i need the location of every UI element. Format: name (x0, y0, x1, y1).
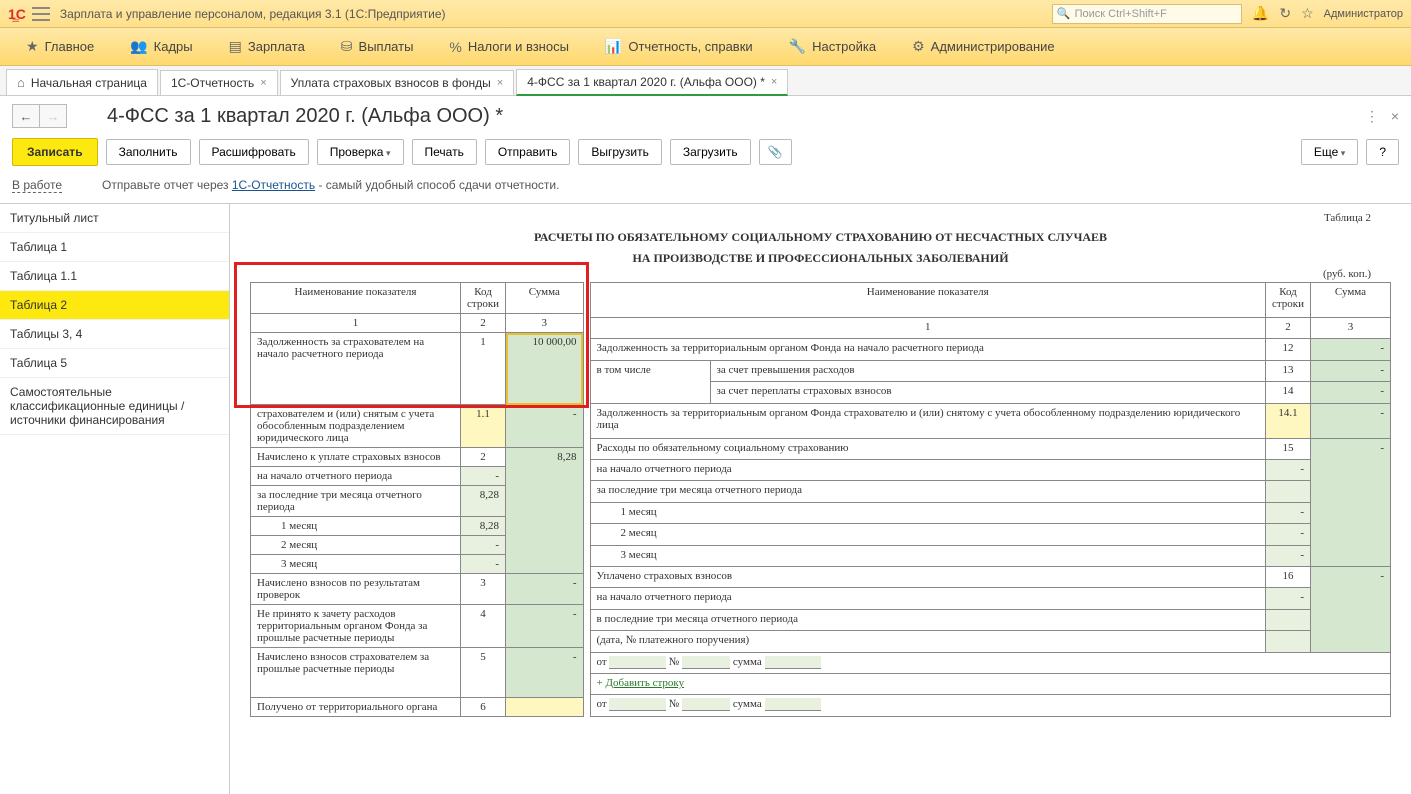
num-field[interactable] (682, 698, 730, 711)
payment-row: от № сумма (590, 652, 1391, 673)
row2-name: Начислено к уплате страховых взносов (251, 448, 461, 467)
menu-kadry[interactable]: 👥Кадры (112, 28, 210, 65)
row1-1-name: страхователем и (или) снятым с учета обо… (251, 405, 461, 448)
paperclip-icon: 📎 (768, 145, 783, 159)
th-code: Код строки (461, 283, 506, 314)
sidebar-item-title-page[interactable]: Титульный лист (0, 204, 229, 233)
chart-icon: 📊 (605, 38, 622, 55)
import-button[interactable]: Загрузить (670, 139, 751, 165)
more-button[interactable]: Еще (1301, 139, 1358, 165)
left-table: Наименование показателя Код строки Сумма… (250, 282, 584, 717)
menu-toggle-icon[interactable] (32, 7, 50, 21)
star-icon[interactable]: ☆ (1301, 5, 1314, 22)
sum-field[interactable] (765, 698, 822, 711)
menu-admin[interactable]: ⚙Администрирование (894, 28, 1073, 65)
toolbar: Записать Заполнить Расшифровать Проверка… (0, 134, 1411, 174)
sidebar-item-table1[interactable]: Таблица 1 (0, 233, 229, 262)
coins-icon: ⛁ (341, 38, 353, 55)
app-logo: 1͇C (8, 6, 26, 22)
more-icon[interactable]: ⋮ (1365, 108, 1379, 125)
main-content: Титульный лист Таблица 1 Таблица 1.1 Таб… (0, 203, 1411, 794)
sidebar-item-table1-1[interactable]: Таблица 1.1 (0, 262, 229, 291)
th-sum: Сумма (506, 283, 583, 314)
app-header: 1͇C Зарплата и управление персоналом, ре… (0, 0, 1411, 28)
gear-icon: ⚙ (912, 38, 925, 55)
report-title-1: РАСЧЕТЫ ПО ОБЯЗАТЕЛЬНОМУ СОЦИАЛЬНОМУ СТР… (250, 230, 1391, 245)
percent-icon: % (449, 39, 461, 55)
people-icon: 👥 (130, 38, 147, 55)
right-table: Наименование показателя Код строки Сумма… (590, 282, 1392, 717)
tab-1c-reporting[interactable]: 1С-Отчетность× (160, 70, 278, 95)
page-header: ← → 4-ФСС за 1 квартал 2020 г. (Альфа ОО… (0, 96, 1411, 134)
row1-sum-cell[interactable]: 10 000,00 (506, 333, 583, 405)
sidebar-item-table2[interactable]: Таблица 2 (0, 291, 229, 320)
status-bar: В работе Отправьте отчет через 1С-Отчетн… (0, 174, 1411, 203)
wrench-icon: 🔧 (789, 38, 806, 55)
num-field[interactable] (682, 656, 730, 669)
report-unit: (руб. коп.) (250, 268, 1371, 280)
row1-name: Задолженность за страхователем на начало… (251, 333, 461, 405)
tab-4fss[interactable]: 4-ФСС за 1 квартал 2020 г. (Альфа ООО) *… (516, 69, 788, 96)
tab-bar: Начальная страница 1С-Отчетность× Уплата… (0, 66, 1411, 96)
date-field[interactable] (609, 698, 666, 711)
tab-home[interactable]: Начальная страница (6, 69, 158, 95)
close-icon[interactable]: × (497, 77, 503, 89)
nav-back-button[interactable]: ← (12, 104, 40, 128)
close-icon[interactable]: × (260, 77, 266, 89)
menu-payments[interactable]: ⛁Выплаты (323, 28, 432, 65)
page-title: 4-ФСС за 1 квартал 2020 г. (Альфа ООО) * (107, 105, 503, 128)
menu-taxes[interactable]: %Налоги и взносы (431, 28, 587, 65)
menu-settings[interactable]: 🔧Настройка (771, 28, 894, 65)
star-icon: ★ (26, 38, 39, 55)
report-title-2: НА ПРОИЗВОДСТВЕ И ПРОФЕССИОНАЛЬНЫХ ЗАБОЛ… (250, 251, 1391, 266)
check-button[interactable]: Проверка (317, 139, 404, 165)
add-row: + Добавить строку (590, 673, 1391, 694)
status-hint: Отправьте отчет через 1С-Отчетность - са… (102, 178, 559, 193)
report-area[interactable]: Таблица 2 РАСЧЕТЫ ПО ОБЯЗАТЕЛЬНОМУ СОЦИА… (230, 204, 1411, 794)
bell-icon[interactable]: 🔔 (1252, 5, 1269, 22)
payment-row-2: от № сумма (590, 695, 1391, 717)
user-label[interactable]: Администратор (1324, 8, 1403, 20)
search-input[interactable]: Поиск Ctrl+Shift+F (1052, 4, 1242, 24)
main-menu: ★Главное 👥Кадры ▤Зарплата ⛁Выплаты %Нало… (0, 28, 1411, 66)
print-button[interactable]: Печать (412, 139, 477, 165)
sidebar-item-units[interactable]: Самостоятельные классификационные единиц… (0, 378, 229, 435)
attach-button[interactable]: 📎 (759, 139, 792, 165)
menu-reports[interactable]: 📊Отчетность, справки (587, 28, 771, 65)
1c-reporting-link[interactable]: 1С-Отчетность (232, 178, 315, 192)
th-name: Наименование показателя (251, 283, 461, 314)
sidebar-item-table5[interactable]: Таблица 5 (0, 349, 229, 378)
close-icon[interactable]: × (771, 76, 777, 88)
list-icon: ▤ (229, 38, 242, 55)
add-row-link[interactable]: Добавить строку (605, 677, 684, 689)
table-label: Таблица 2 (250, 212, 1371, 224)
status-label[interactable]: В работе (12, 178, 62, 193)
nav-forward-button[interactable]: → (39, 104, 67, 128)
date-field[interactable] (609, 656, 666, 669)
sum-field[interactable] (765, 656, 822, 669)
history-icon[interactable]: ↻ (1279, 5, 1291, 22)
sidebar-item-table3-4[interactable]: Таблицы 3, 4 (0, 320, 229, 349)
decode-button[interactable]: Расшифровать (199, 139, 309, 165)
close-icon[interactable]: × (1391, 108, 1399, 124)
plus-icon: + (597, 677, 603, 689)
export-button[interactable]: Выгрузить (578, 139, 662, 165)
fill-button[interactable]: Заполнить (106, 139, 191, 165)
app-title: Зарплата и управление персоналом, редакц… (60, 7, 446, 21)
send-button[interactable]: Отправить (485, 139, 571, 165)
tab-insurance-payments[interactable]: Уплата страховых взносов в фонды× (280, 70, 515, 95)
menu-main[interactable]: ★Главное (8, 28, 112, 65)
save-button[interactable]: Записать (12, 138, 98, 166)
help-button[interactable]: ? (1366, 139, 1399, 165)
menu-salary[interactable]: ▤Зарплата (211, 28, 323, 65)
sidebar: Титульный лист Таблица 1 Таблица 1.1 Таб… (0, 204, 230, 794)
